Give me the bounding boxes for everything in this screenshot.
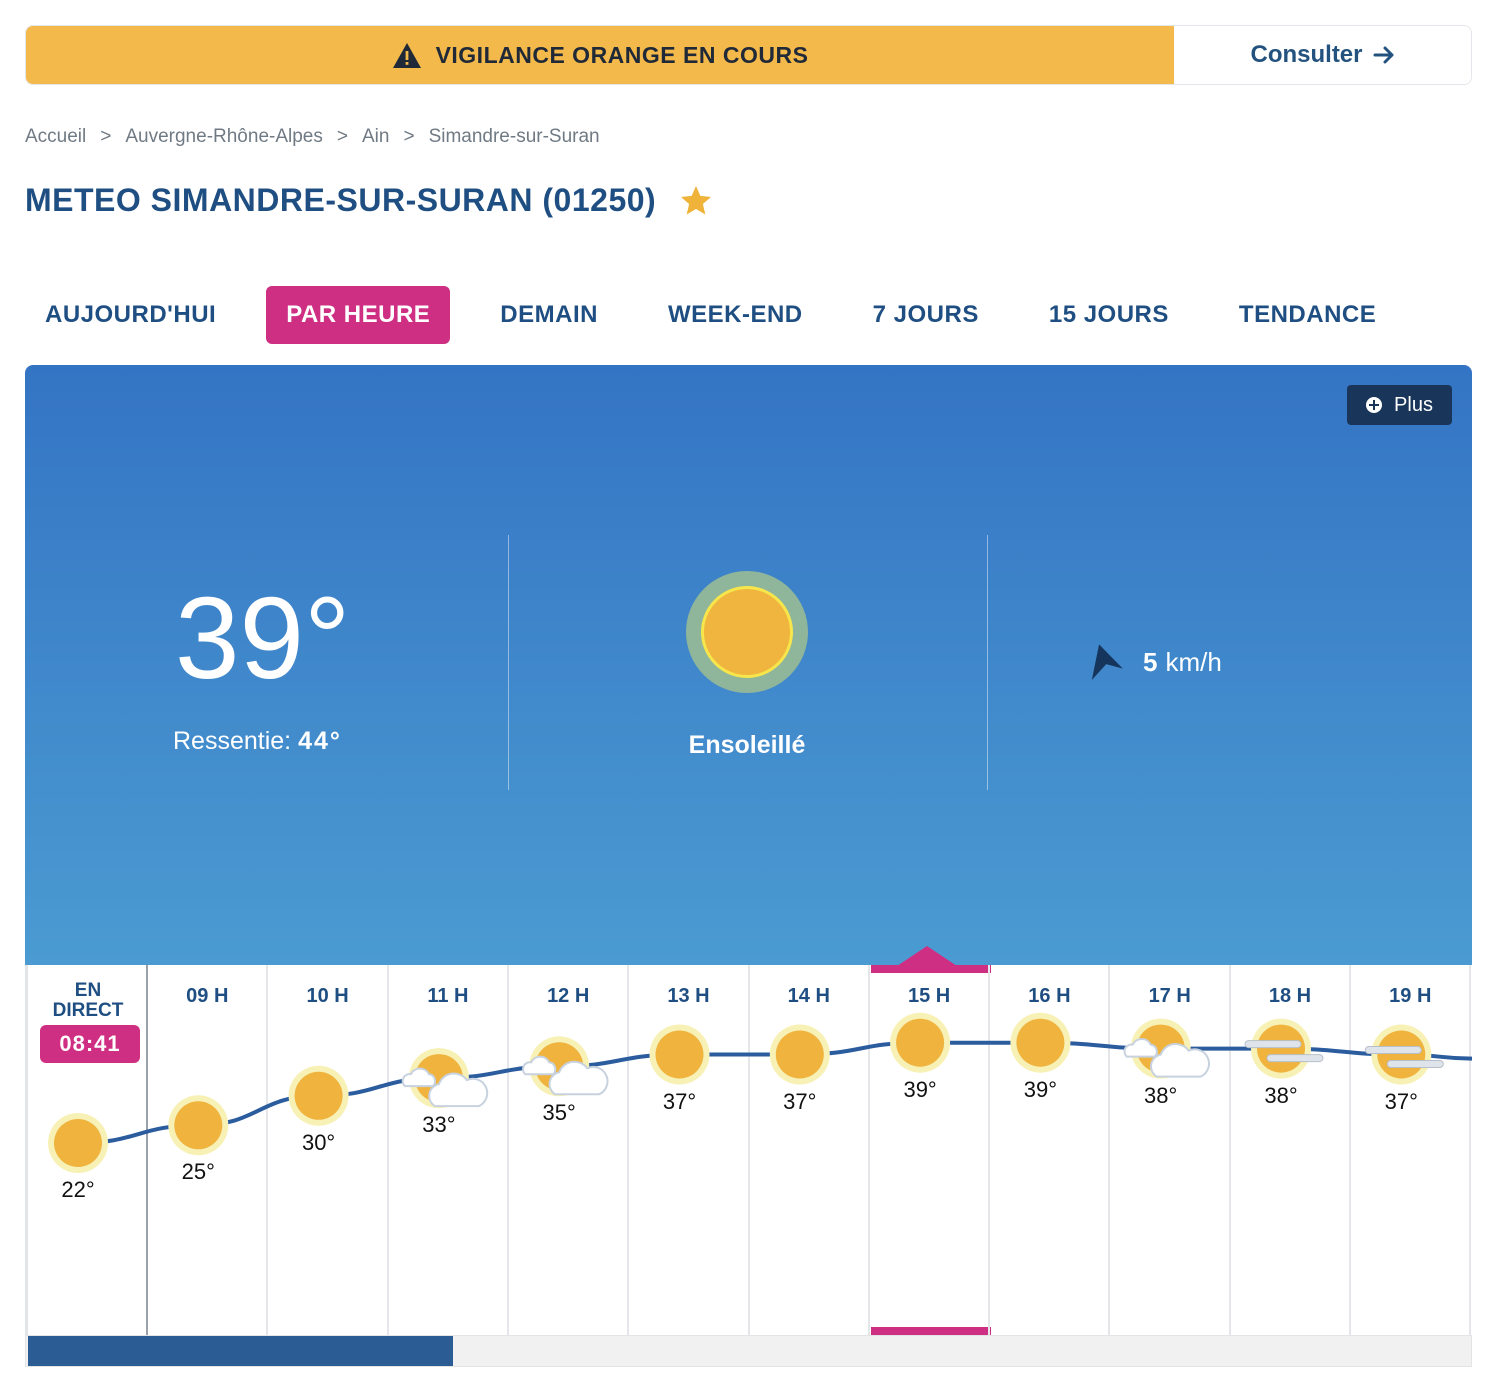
breadcrumb-separator: > xyxy=(403,126,415,147)
alert-message[interactable]: VIGILANCE ORANGE EN COURS xyxy=(26,26,1174,84)
tab-tendance[interactable]: TENDANCE xyxy=(1219,286,1396,344)
feels-like-value: 44° xyxy=(298,727,342,755)
divider xyxy=(508,535,509,790)
divider xyxy=(987,535,988,790)
sun-icon xyxy=(1010,1012,1071,1073)
sun-icon xyxy=(168,1095,229,1156)
hourly-forecast: EN DIRECT 08:41 09 H 10 H 11 H 12 H 13 H 14 H 15 … xyxy=(25,965,1472,1335)
sun-cloud-icon xyxy=(1123,1018,1210,1079)
current-weather-panel: Plus 39° Ressentie: 44° Ensoleillé 5 km/h xyxy=(25,365,1472,965)
tab-demain[interactable]: DEMAIN xyxy=(480,286,618,344)
hour-temperature: 37° xyxy=(783,1088,817,1114)
breadcrumb-separator: > xyxy=(336,126,348,147)
tab-par-heure[interactable]: PAR HEURE xyxy=(266,286,451,344)
favorite-star-icon[interactable] xyxy=(678,183,714,219)
page-title: METEO SIMANDRE-SUR-SURAN (01250) xyxy=(25,182,714,219)
plus-circle-icon xyxy=(1366,397,1383,413)
warning-icon xyxy=(392,42,421,68)
page-title-text: METEO SIMANDRE-SUR-SURAN (01250) xyxy=(25,182,657,218)
hour-temperature: 35° xyxy=(542,1100,576,1126)
hour-temperature: 30° xyxy=(301,1129,336,1155)
hour-temperature: 33° xyxy=(422,1112,456,1138)
hour-temperature: 38° xyxy=(1264,1082,1298,1108)
sun-icon xyxy=(769,1024,830,1085)
hourly-scrollbar[interactable] xyxy=(25,1335,1472,1367)
consulter-label: Consulter xyxy=(1250,41,1363,68)
selected-hour-pointer xyxy=(897,946,957,966)
breadcrumb-separator: > xyxy=(100,126,112,147)
sun-cloud-icon xyxy=(401,1048,489,1109)
plus-label: Plus xyxy=(1394,393,1433,416)
wind-speed-value: 5 xyxy=(1143,647,1158,677)
sun-icon xyxy=(288,1065,349,1126)
wind-direction-icon xyxy=(1091,644,1123,680)
hour-temperature: 39° xyxy=(1023,1076,1058,1102)
feels-like: Ressentie: 44° xyxy=(173,727,342,756)
feels-like-label: Ressentie: xyxy=(173,727,292,755)
breadcrumb-department[interactable]: Ain xyxy=(362,126,389,148)
breadcrumb-region[interactable]: Auvergne-Rhône-Alpes xyxy=(125,126,323,148)
hour-temperature: 39° xyxy=(903,1076,937,1102)
sun-icon xyxy=(686,571,808,693)
breadcrumb-city: Simandre-sur-Suran xyxy=(428,126,600,147)
plus-button[interactable]: Plus xyxy=(1347,385,1452,425)
hour-temperature: 22° xyxy=(61,1177,95,1202)
scrollbar-thumb[interactable] xyxy=(28,1336,453,1366)
tab-aujourdhui[interactable]: AUJOURD'HUI xyxy=(25,286,236,344)
wind-speed-unit: km/h xyxy=(1165,647,1222,677)
breadcrumb: Accueil > Auvergne-Rhône-Alpes > Ain > S… xyxy=(25,126,600,148)
sun-icon xyxy=(890,1012,951,1073)
sun-cloud-icon xyxy=(521,1036,609,1097)
wind-speed: 5 km/h xyxy=(1143,647,1222,678)
tab-week-end[interactable]: WEEK-END xyxy=(648,286,823,344)
breadcrumb-accueil[interactable]: Accueil xyxy=(25,126,86,148)
forecast-tabs: AUJOURD'HUI PAR HEURE DEMAIN WEEK-END 7 … xyxy=(25,286,1396,344)
sun-icon xyxy=(649,1024,710,1085)
hour-temperature: 37° xyxy=(662,1088,697,1114)
current-temperature: 39° xyxy=(175,573,351,703)
tab-7-jours[interactable]: 7 JOURS xyxy=(853,286,999,344)
arrow-right-icon xyxy=(1373,46,1393,64)
sun-icon xyxy=(48,1113,108,1173)
alert-text: VIGILANCE ORANGE EN COURS xyxy=(435,41,809,68)
hour-temperature: 25° xyxy=(181,1159,215,1185)
hour-temperature: 37° xyxy=(1384,1088,1418,1114)
condition-text: Ensoleillé xyxy=(688,731,806,759)
temperature-curve-chart xyxy=(48,1012,1472,1173)
consulter-button[interactable]: Consulter xyxy=(1174,26,1471,84)
hour-temperature: 38° xyxy=(1144,1082,1178,1108)
vigilance-alert: VIGILANCE ORANGE EN COURS Consulter xyxy=(25,25,1472,85)
tab-15-jours[interactable]: 15 JOURS xyxy=(1029,286,1189,344)
